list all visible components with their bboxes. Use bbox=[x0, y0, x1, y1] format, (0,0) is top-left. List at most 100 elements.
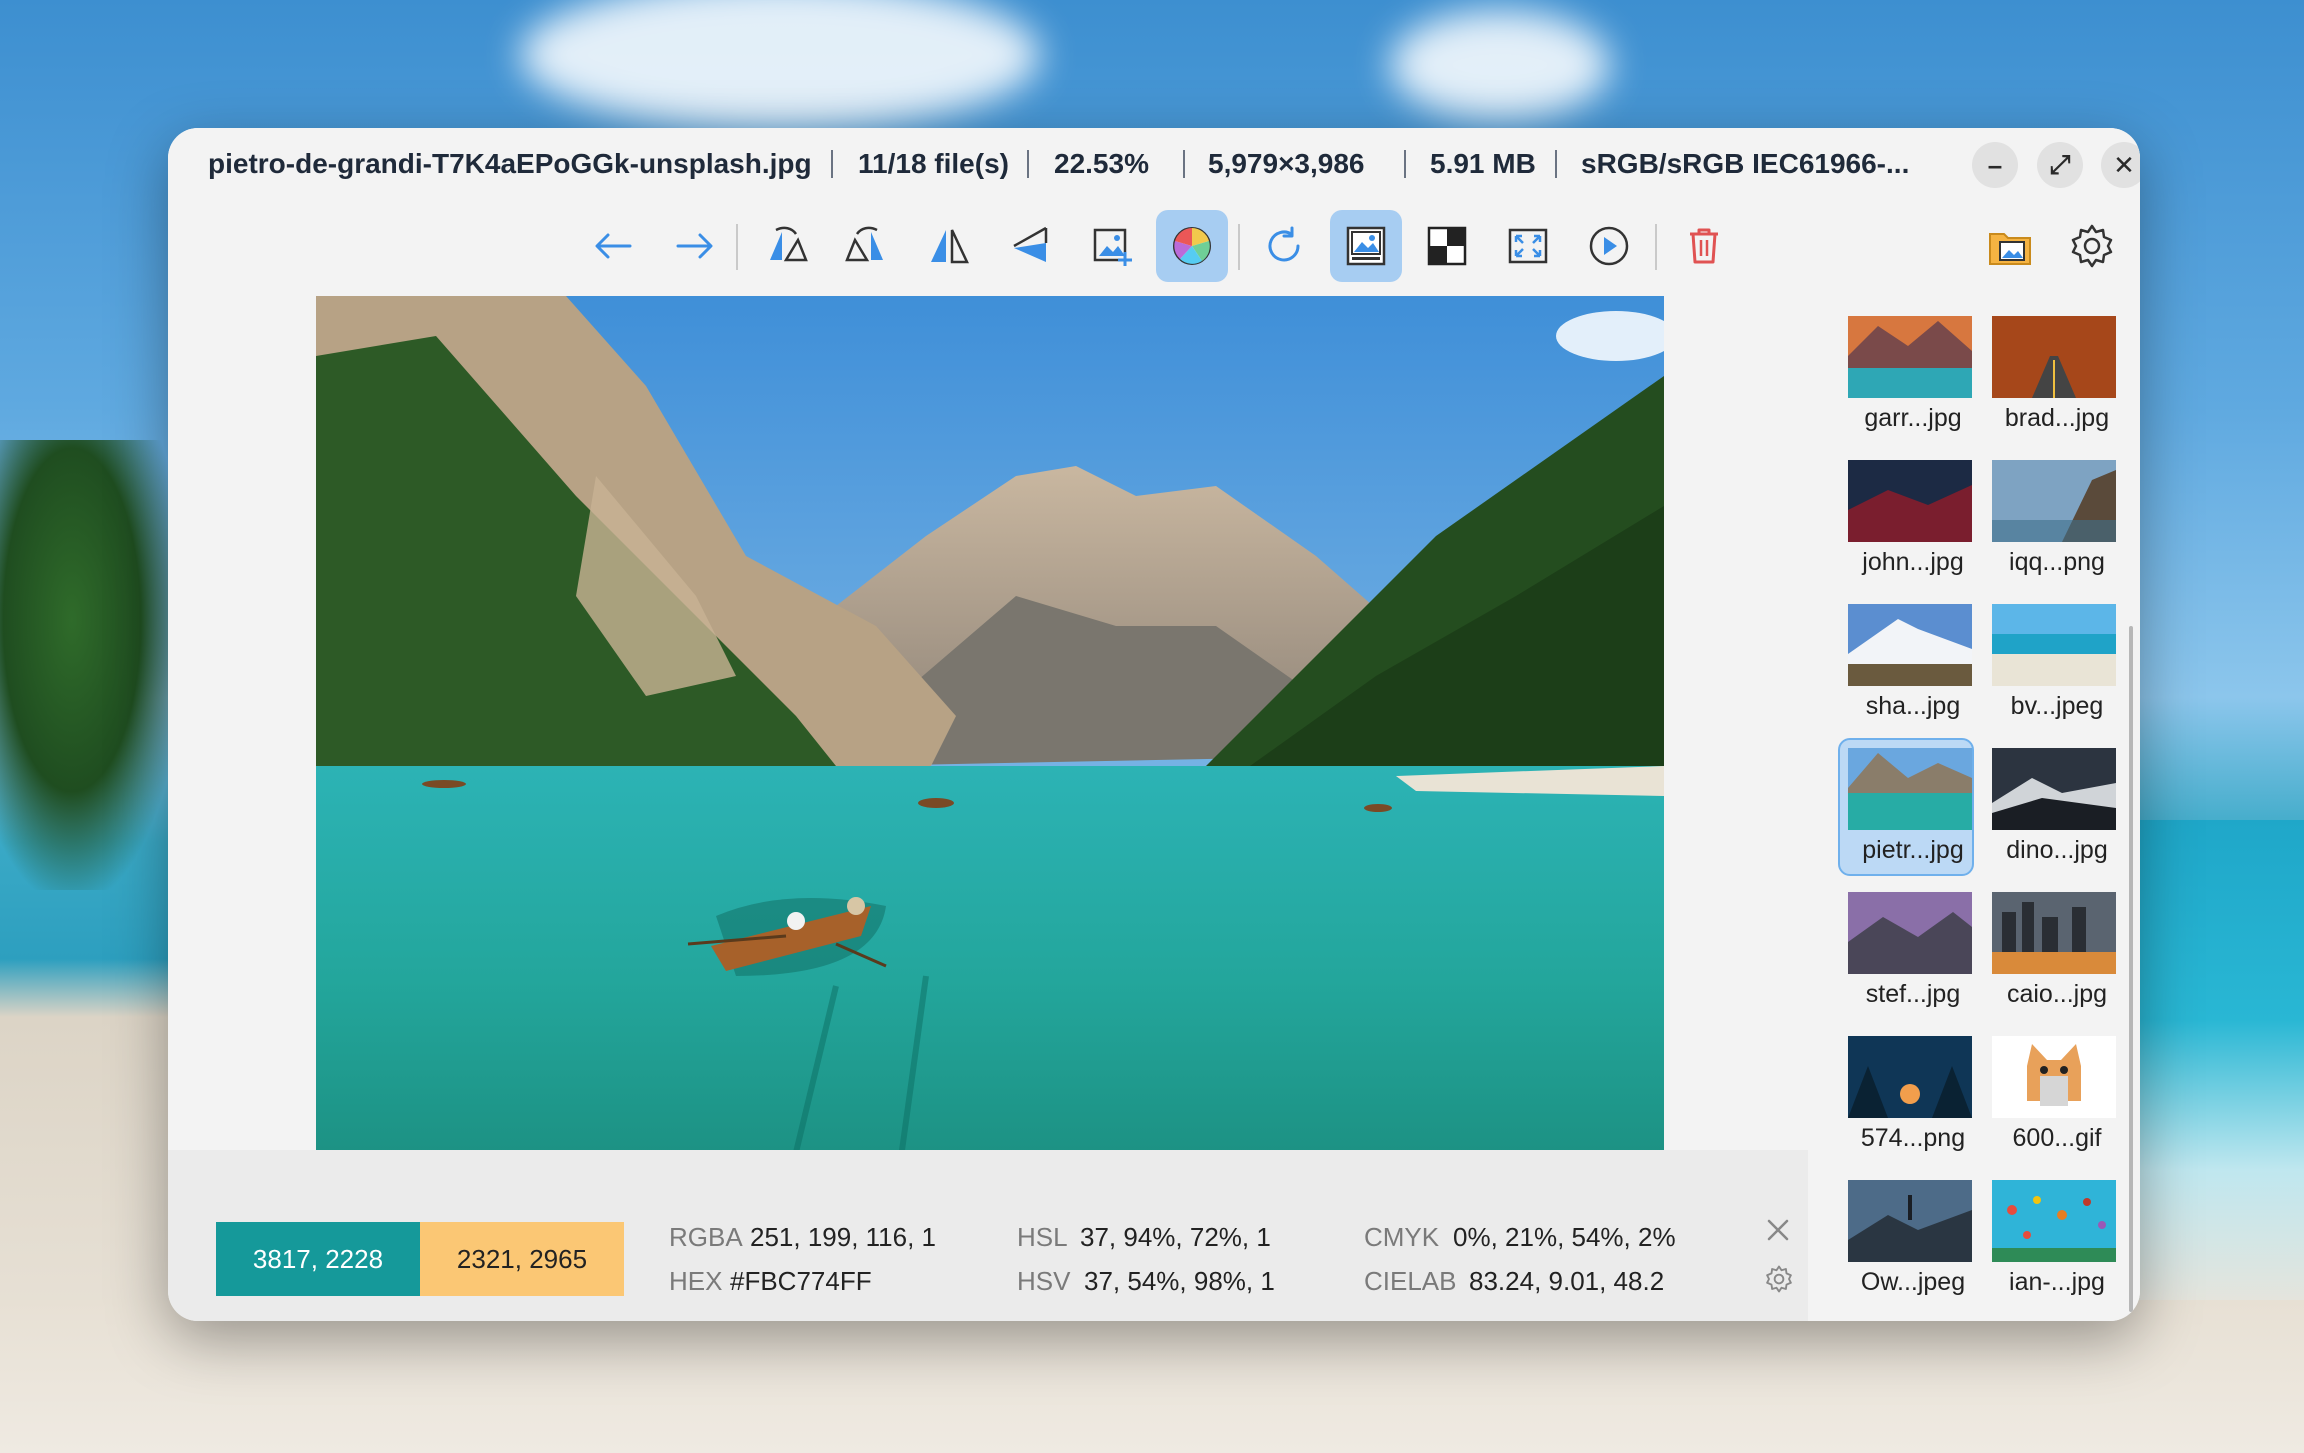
close-icon: ✕ bbox=[2113, 149, 2135, 180]
thumbnail-item[interactable]: 600...gif bbox=[1984, 1028, 2116, 1162]
title-divider bbox=[1404, 150, 1406, 178]
rotate-left-button[interactable] bbox=[750, 210, 822, 282]
thumbnail-image bbox=[1848, 1036, 1972, 1118]
thumbnail-image bbox=[1848, 892, 1972, 974]
thumbnail-image bbox=[1992, 460, 2116, 542]
hsl-value[interactable]: 37, 94%, 72%, 1 bbox=[1080, 1222, 1271, 1253]
rgba-value[interactable]: 251, 199, 116, 1 bbox=[750, 1222, 936, 1253]
checkerboard-button[interactable] bbox=[1411, 210, 1483, 282]
thumbnail-label: garr...jpg bbox=[1864, 404, 1962, 432]
thumbnail-label: john...jpg bbox=[1862, 548, 1964, 576]
minimize-button[interactable]: – bbox=[1972, 142, 2018, 188]
checkerboard-icon bbox=[1427, 226, 1467, 266]
image-viewer-window: pietro-de-grandi-T7K4aEPoGGk-unsplash.jp… bbox=[168, 128, 2140, 1321]
thumbnail-label: pietr...jpg bbox=[1862, 836, 1964, 864]
thumbnail-item[interactable]: Ow...jpeg bbox=[1840, 1172, 1972, 1306]
desktop-cloud bbox=[1390, 10, 1610, 120]
refresh-icon bbox=[1268, 226, 1300, 262]
desktop-cloud bbox=[520, 0, 1040, 130]
settings-gear-icon bbox=[2071, 224, 2113, 268]
thumbnail-label: Ow...jpeg bbox=[1860, 1268, 1966, 1296]
file-size: 5.91 MB bbox=[1430, 148, 1536, 179]
thumbnail-item[interactable]: garr...jpg bbox=[1840, 308, 1972, 442]
thumbnail-item[interactable]: brad...jpg bbox=[1984, 308, 2116, 442]
open-folder-icon bbox=[1989, 233, 2031, 265]
title-divider bbox=[1555, 150, 1557, 178]
thumbnail-label: dino...jpg bbox=[2006, 836, 2108, 864]
thumbnail-image bbox=[1848, 1180, 1972, 1262]
thumbnail-item[interactable]: dino...jpg bbox=[1984, 740, 2116, 874]
thumbnail-image bbox=[1848, 604, 1972, 686]
color-picker-button[interactable] bbox=[1156, 210, 1228, 282]
thumbnail-image bbox=[1848, 316, 1972, 398]
maximize-icon: ⤢ bbox=[2049, 149, 2071, 179]
primary-coordinate-swatch[interactable]: 3817, 2228 bbox=[216, 1222, 420, 1296]
maximize-button[interactable]: ⤢ bbox=[2037, 142, 2083, 188]
thumbnail-image bbox=[1848, 748, 1972, 830]
slideshow-button[interactable] bbox=[1573, 210, 1645, 282]
thumbnail-label: 600...gif bbox=[2012, 1124, 2102, 1152]
close-color-panel-button[interactable] bbox=[1762, 1214, 1794, 1246]
desktop-palms bbox=[0, 440, 180, 890]
cmyk-label: CMYK bbox=[1364, 1222, 1440, 1252]
secondary-coordinate-swatch[interactable]: 2321, 2965 bbox=[420, 1222, 624, 1296]
thumbnail-item[interactable]: ian-...jpg bbox=[1984, 1172, 2116, 1306]
close-button[interactable]: ✕ bbox=[2101, 142, 2140, 188]
rgba-label: RGBA bbox=[669, 1222, 743, 1252]
main-image[interactable] bbox=[316, 296, 1664, 1194]
thumbnail-item[interactable]: iqq...png bbox=[1984, 452, 2116, 586]
file-index: 11/18 file(s) bbox=[858, 148, 1009, 179]
crop-button[interactable] bbox=[1075, 210, 1147, 282]
cielab-value[interactable]: 83.24, 9.01, 48.2 bbox=[1469, 1266, 1664, 1297]
image-dimensions: 5,979×3,986 bbox=[1208, 148, 1365, 179]
thumbnail-item[interactable]: caio...jpg bbox=[1984, 884, 2116, 1018]
hsv-label: HSV bbox=[1017, 1266, 1071, 1296]
thumbnail-label: brad...jpg bbox=[2004, 404, 2110, 432]
refresh-button[interactable] bbox=[1248, 210, 1320, 282]
sidebar-scrollbar[interactable] bbox=[2129, 626, 2133, 1312]
open-folder-button[interactable] bbox=[1974, 210, 2046, 282]
rotate-left-flip-icon bbox=[770, 226, 808, 262]
previous-button[interactable] bbox=[578, 210, 650, 282]
flip-vertical-button[interactable] bbox=[994, 210, 1066, 282]
hex-label: HEX bbox=[669, 1266, 723, 1296]
flip-horizontal-button[interactable] bbox=[913, 210, 985, 282]
hsl-label: HSL bbox=[1017, 1222, 1068, 1252]
next-button[interactable] bbox=[658, 210, 730, 282]
close-icon bbox=[1767, 1219, 1789, 1241]
toolbar-divider bbox=[1655, 224, 1657, 270]
thumbnail-label: 574...png bbox=[1860, 1124, 1966, 1152]
gallery-button[interactable] bbox=[1330, 210, 1402, 282]
hex-value[interactable]: #FBC774FF bbox=[730, 1266, 872, 1297]
cmyk-value[interactable]: 0%, 21%, 54%, 2% bbox=[1453, 1222, 1676, 1253]
thumbnail-label: ian-...jpg bbox=[2009, 1268, 2105, 1296]
title-bar[interactable]: pietro-de-grandi-T7K4aEPoGGk-unsplash.jp… bbox=[168, 128, 2140, 200]
hsv-value[interactable]: 37, 54%, 98%, 1 bbox=[1084, 1266, 1275, 1297]
thumbnail-item-selected[interactable]: pietr...jpg bbox=[1838, 738, 1974, 876]
rotate-right-button[interactable] bbox=[831, 210, 903, 282]
settings-button[interactable] bbox=[2056, 210, 2128, 282]
cielab-label: CIELAB bbox=[1364, 1266, 1457, 1296]
color-profile: sRGB/sRGB IEC61966-... bbox=[1581, 148, 1910, 179]
thumbnail-item[interactable]: bv...jpeg bbox=[1984, 596, 2116, 730]
thumbnail-item[interactable]: stef...jpg bbox=[1840, 884, 1972, 1018]
thumbnail-image bbox=[1992, 1180, 2116, 1262]
color-settings-button[interactable] bbox=[1764, 1264, 1794, 1294]
title-divider bbox=[1183, 150, 1185, 178]
flip-vertical-icon bbox=[1013, 226, 1048, 262]
delete-button[interactable] bbox=[1668, 210, 1740, 282]
play-icon bbox=[1589, 226, 1629, 266]
thumbnail-item[interactable]: 574...png bbox=[1840, 1028, 1972, 1162]
flip-horizontal-icon bbox=[931, 229, 969, 264]
thumbnail-image bbox=[1992, 748, 2116, 830]
title-divider bbox=[1027, 150, 1029, 178]
thumbnail-item[interactable]: sha...jpg bbox=[1840, 596, 1972, 730]
thumbnail-image bbox=[1992, 316, 2116, 398]
thumbnail-label: iqq...png bbox=[2009, 548, 2105, 576]
fit-screen-button[interactable] bbox=[1492, 210, 1564, 282]
thumbnail-label: stef...jpg bbox=[1865, 980, 1961, 1008]
toolbar-divider bbox=[736, 224, 738, 270]
file-name: pietro-de-grandi-T7K4aEPoGGk-unsplash.jp… bbox=[208, 148, 812, 179]
thumbnail-image bbox=[1848, 460, 1972, 542]
thumbnail-item[interactable]: john...jpg bbox=[1840, 452, 1972, 586]
